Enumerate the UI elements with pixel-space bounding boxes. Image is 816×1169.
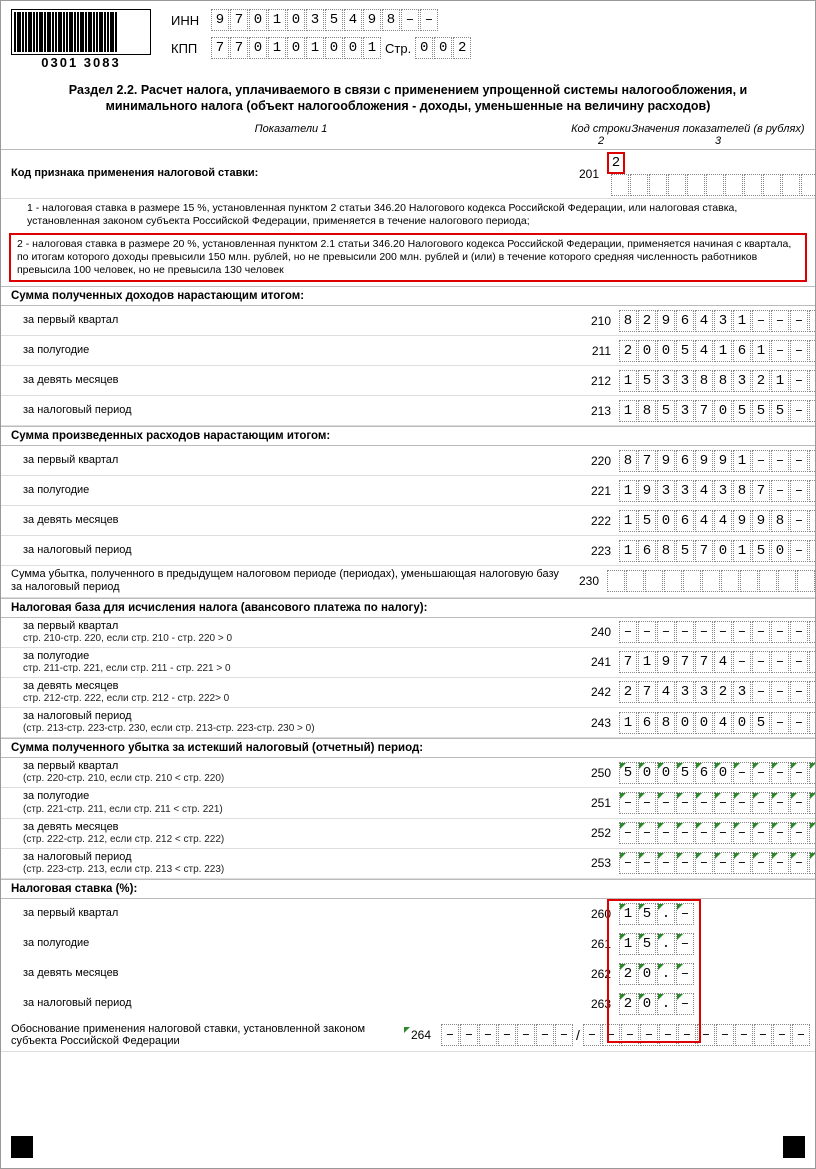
barcode-number: 0301 3083 bbox=[11, 55, 151, 70]
barcode-block: 0301 3083 bbox=[11, 9, 151, 70]
base-rows: за первый кварталстр. 210-стр. 220, если… bbox=[1, 618, 815, 739]
str-label: Стр. bbox=[385, 41, 411, 56]
row-230-label: Сумма убытка, полученного в предыдущем н… bbox=[11, 568, 559, 594]
row-263: за налоговый период26320.– bbox=[11, 989, 805, 1019]
row-261: за полугодие26115.– bbox=[11, 929, 805, 959]
kpp-row: КПП 770101001 Стр. 002 bbox=[171, 37, 471, 59]
row-221: за полугодие22119334387–––– bbox=[1, 476, 815, 506]
row-251: за полугодие(стр. 221-стр. 211, если стр… bbox=[1, 788, 815, 818]
tax-form-page: 0301 3083 ИНН 9701035498–– КПП 770101001… bbox=[0, 0, 816, 1169]
barcode-icon bbox=[11, 9, 151, 55]
row-210: за первый квартал2108296431––––– bbox=[1, 306, 815, 336]
marker-bottom-left bbox=[11, 1136, 33, 1158]
income-rows: за первый квартал2108296431–––––за полуг… bbox=[1, 306, 815, 426]
row-201-val: 2 bbox=[607, 152, 816, 196]
note-option-1: 1 - налоговая ставка в размере 15 %, уст… bbox=[1, 199, 815, 231]
row-264-label: Обоснование применения налоговой ставки,… bbox=[11, 1023, 411, 1047]
row-264-code: 264 bbox=[411, 1028, 441, 1042]
curr-loss-rows: за первый квартал(стр. 220-стр. 210, есл… bbox=[1, 758, 815, 879]
column-headers: Показатели 1 Код строки 2 Значения показ… bbox=[1, 121, 815, 150]
row-211: за полугодие21120054161–––– bbox=[1, 336, 815, 366]
row-264: Обоснование применения налоговой ставки,… bbox=[1, 1019, 815, 1052]
row-264-right: –––––––––––– bbox=[583, 1024, 810, 1046]
row-260: за первый квартал26015.– bbox=[11, 899, 805, 929]
row-241: за полугодиестр. 211-стр. 221, если стр.… bbox=[1, 648, 815, 678]
row-230-code: 230 bbox=[559, 574, 607, 588]
header: 0301 3083 ИНН 9701035498–– КПП 770101001… bbox=[1, 1, 815, 74]
row-213: за налоговый период213185370555––– bbox=[1, 396, 815, 426]
row-252: за девять месяцев(стр. 222-стр. 212, есл… bbox=[1, 819, 815, 849]
row-253: за налоговый период(стр. 223-стр. 213, е… bbox=[1, 849, 815, 879]
curr-loss-header: Сумма полученного убытка за истекший нал… bbox=[1, 738, 815, 758]
marker-bottom-right bbox=[783, 1136, 805, 1158]
expense-header: Сумма произведенных расходов нарастающим… bbox=[1, 426, 815, 446]
kpp-label: КПП bbox=[171, 41, 211, 56]
row-201-code: 201 bbox=[559, 167, 607, 181]
row-223: за налоговый период223168570150––– bbox=[1, 536, 815, 566]
row-201-value-cell: 2 bbox=[607, 152, 625, 174]
rate-block: за первый квартал26015.–за полугодие2611… bbox=[11, 899, 805, 1019]
row-240: за первый кварталстр. 210-стр. 220, если… bbox=[1, 618, 815, 648]
row-250: за первый квартал(стр. 220-стр. 210, есл… bbox=[1, 758, 815, 788]
inn-label: ИНН bbox=[171, 13, 211, 28]
page-cells: 002 bbox=[415, 37, 471, 59]
row-230-val bbox=[607, 570, 816, 592]
col3-header: Значения показателей (в рублях) 3 bbox=[631, 123, 805, 147]
row-262: за девять месяцев26220.– bbox=[11, 959, 805, 989]
inn-cells: 9701035498–– bbox=[211, 9, 438, 31]
row-264-left: ––––––– bbox=[441, 1024, 573, 1046]
note-option-2: 2 - налоговая ставка в размере 20 %, уст… bbox=[9, 233, 807, 282]
base-header: Налоговая база для исчисления налога (ав… bbox=[1, 598, 815, 618]
col1-header: Показатели 1 bbox=[11, 123, 571, 147]
inn-row: ИНН 9701035498–– bbox=[171, 9, 471, 31]
row-230: Сумма убытка, полученного в предыдущем н… bbox=[1, 566, 815, 597]
row-212: за девять месяцев212153388321––– bbox=[1, 366, 815, 396]
row-243: за налоговый период(стр. 213-стр. 223-ст… bbox=[1, 708, 815, 738]
row-201-empty bbox=[611, 174, 816, 196]
row-222: за девять месяцев222150644998––– bbox=[1, 506, 815, 536]
row-220: за первый квартал2208796991––––– bbox=[1, 446, 815, 476]
slash-icon: / bbox=[573, 1024, 583, 1046]
rate-rows: за первый квартал26015.–за полугодие2611… bbox=[11, 899, 805, 1019]
id-block: ИНН 9701035498–– КПП 770101001 Стр. 002 bbox=[171, 9, 471, 65]
income-header: Сумма полученных доходов нарастающим ито… bbox=[1, 286, 815, 306]
row-242: за девять месяцевстр. 212-стр. 222, если… bbox=[1, 678, 815, 708]
row-201-label: Код признака применения налоговой ставки… bbox=[11, 167, 559, 180]
col2-header: Код строки 2 bbox=[571, 123, 631, 147]
section-title: Раздел 2.2. Расчет налога, уплачиваемого… bbox=[1, 74, 815, 121]
row-201: Код признака применения налоговой ставки… bbox=[1, 150, 815, 199]
kpp-cells: 770101001 bbox=[211, 37, 381, 59]
expense-rows: за первый квартал2208796991–––––за полуг… bbox=[1, 446, 815, 566]
row-264-val: ––––––– / –––––––––––– bbox=[441, 1024, 810, 1046]
rate-header: Налоговая ставка (%): bbox=[1, 879, 815, 899]
